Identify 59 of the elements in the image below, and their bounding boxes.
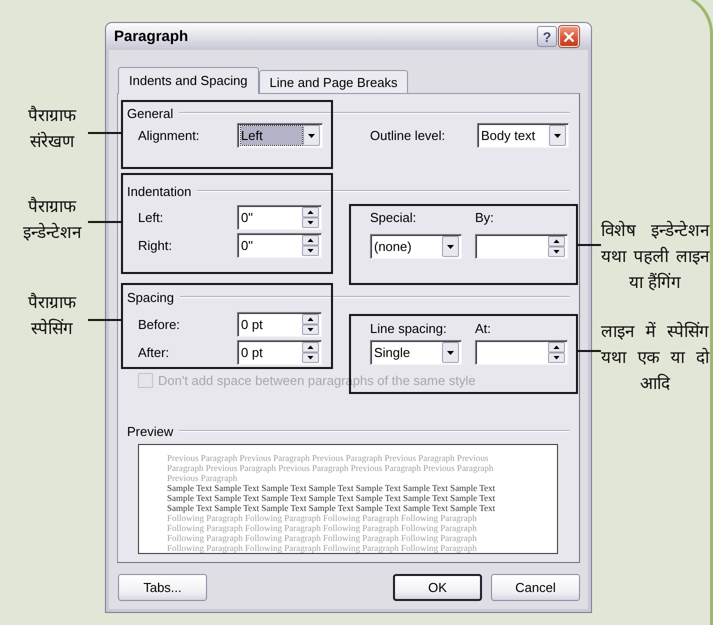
help-button[interactable]: ? xyxy=(537,26,557,47)
field-label: Right: xyxy=(138,238,173,253)
spin-field[interactable] xyxy=(475,234,568,259)
spin-field[interactable]: 0" xyxy=(237,233,322,258)
field-label: After: xyxy=(138,345,170,360)
preview-text-line: Following Paragraph Following Paragraph Following Paragraph Following Paragraph xyxy=(167,513,477,523)
spin-arrows-icon[interactable] xyxy=(302,314,319,335)
dropdown-field[interactable]: (none) xyxy=(370,234,462,259)
preview-text-line: Following Paragraph Following Paragraph Following Paragraph Following Paragraph xyxy=(167,523,477,533)
spin-field[interactable]: 0 pt xyxy=(237,312,322,337)
dialog-button[interactable]: Cancel xyxy=(491,574,580,601)
field-label: Alignment: xyxy=(138,128,200,143)
group-heading: Spacing xyxy=(127,290,174,304)
annotation-label: विशेष इन्डेन्टेशन यथा पहली लाइन या हैंगिंग xyxy=(601,220,709,295)
field-label: Left: xyxy=(138,210,164,225)
spin-arrows-icon[interactable] xyxy=(548,342,565,363)
group-heading: Preview xyxy=(127,424,174,438)
group-heading: General xyxy=(127,106,174,120)
dialog-button[interactable]: Tabs... xyxy=(118,574,207,601)
leader-line xyxy=(88,132,121,134)
dropdown-field[interactable]: Single xyxy=(370,340,462,365)
preview-text-line: Following Paragraph Following Paragraph Following Paragraph Following Paragraph xyxy=(167,543,477,553)
dropdown-field[interactable]: Left xyxy=(237,123,323,148)
close-icon xyxy=(564,32,574,42)
field-label: Special: xyxy=(370,210,418,226)
window-title: Paragraph xyxy=(114,28,188,45)
preview-text-line: Sample Text Sample Text Sample Text Sample Text Sample Text Sample Text Sample Text xyxy=(167,493,496,503)
annotation-label: पैराग्राफ स्पेसिंग xyxy=(27,292,78,341)
tab[interactable]: Indents and Spacing xyxy=(118,67,259,94)
spin-field[interactable] xyxy=(475,340,568,365)
field-label: By: xyxy=(475,210,495,226)
spin-field[interactable]: 0 pt xyxy=(237,340,322,365)
group-heading: Indentation xyxy=(127,184,192,198)
preview-text-line: Paragraph Previous Paragraph Previous Paragraph Previous Paragraph Previous Paragraph xyxy=(167,463,494,473)
preview-text-line: Previous Paragraph xyxy=(167,473,238,483)
field-label: At: xyxy=(475,321,492,337)
leader-line xyxy=(88,221,121,223)
leader-line xyxy=(578,244,601,246)
annotation-label: लाइन में स्पेसिंग यथा एक या दो आदि xyxy=(601,320,709,396)
annotation-label: पैराग्राफ संरेखण xyxy=(27,104,78,154)
preview-text-line: Sample Text Sample Text Sample Text Sample Text Sample Text Sample Text Sample Text xyxy=(167,483,496,493)
field-label: Before: xyxy=(138,317,181,332)
dropdown-field[interactable]: Body text xyxy=(477,123,569,148)
annotation-label: पैराग्राफ इन्डेन्टेशन xyxy=(22,196,83,245)
spin-field[interactable]: 0" xyxy=(237,205,322,230)
spin-arrows-icon[interactable] xyxy=(302,342,319,363)
preview-text-line: Previous Paragraph Previous Paragraph Previous Paragraph Previous Paragraph Previous xyxy=(167,453,488,463)
tab[interactable]: Line and Page Breaks xyxy=(258,70,408,93)
dialog-button[interactable]: OK xyxy=(393,574,482,601)
spin-arrows-icon[interactable] xyxy=(548,236,565,257)
preview-text-line: Following Paragraph Following Paragraph Following Paragraph Following Paragraph xyxy=(167,533,477,543)
spin-arrows-icon[interactable] xyxy=(302,235,319,256)
spin-arrows-icon[interactable] xyxy=(302,207,319,228)
leader-line xyxy=(88,319,121,321)
leader-line xyxy=(578,350,601,352)
field-label: Outline level: xyxy=(370,128,446,143)
preview-text-line: Sample Text Sample Text Sample Text Sample Text Sample Text Sample Text Sample Text xyxy=(167,503,496,513)
close-button[interactable] xyxy=(559,26,579,47)
field-label: Line spacing: xyxy=(370,321,448,337)
